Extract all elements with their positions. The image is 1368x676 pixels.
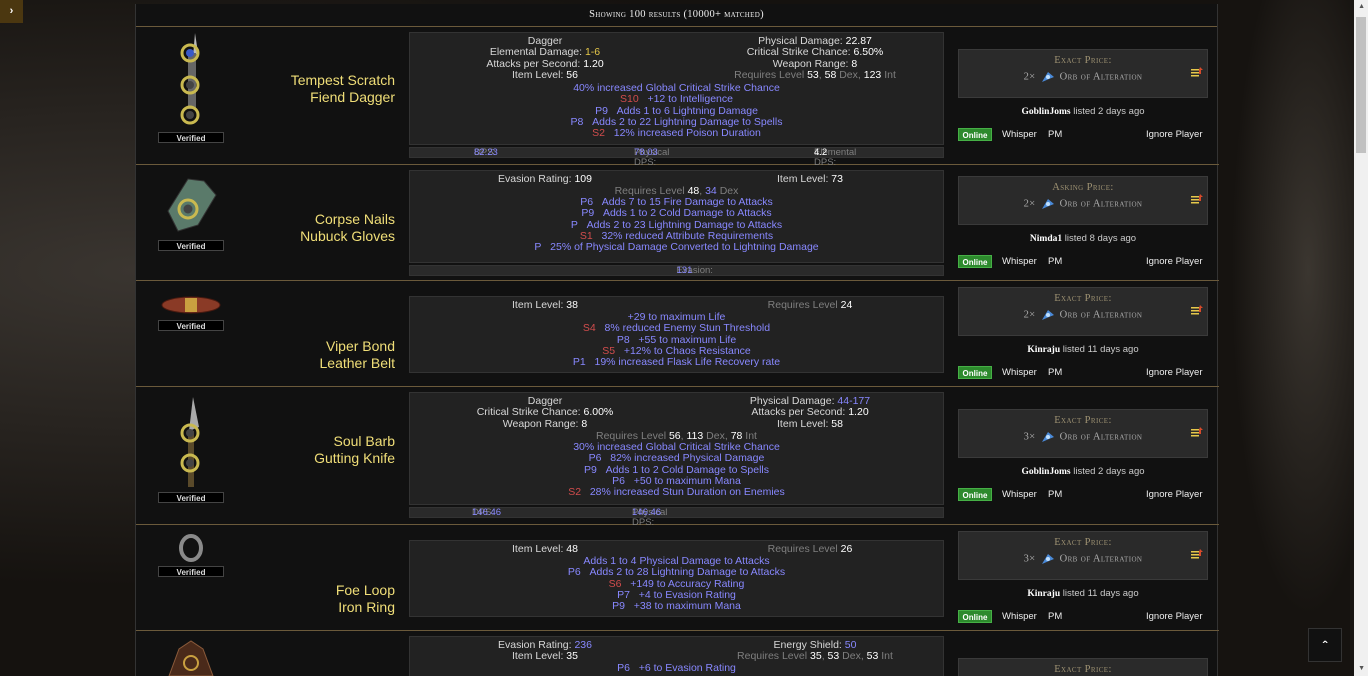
item-image-cell: Verified: [156, 533, 226, 577]
mod-line: P6 +6 to Evasion Rating: [617, 662, 736, 674]
price-history-icon[interactable]: [1191, 193, 1203, 205]
ignore-player-button[interactable]: Ignore Player: [1146, 366, 1203, 379]
result-row: Verified Viper Bond Leather Belt Item Le…: [136, 281, 1219, 387]
online-status-badge: Online: [958, 366, 992, 379]
pm-button[interactable]: PM: [1048, 255, 1062, 268]
item-stats: Item Level: 38 Requires Level 24 +29 to …: [409, 296, 944, 373]
price-history-icon[interactable]: [1191, 304, 1203, 316]
whisper-button[interactable]: Whisper: [1002, 255, 1037, 268]
seller-info: Nimda1 listed 8 days ago: [1029, 233, 1137, 244]
evasion-bar: Evasion: 131: [409, 265, 944, 276]
price-box: Exact Price: 3× Orb of Alteration: [958, 531, 1208, 580]
ignore-player-button[interactable]: Ignore Player: [1146, 488, 1203, 501]
seller-actions: Online Whisper PM Ignore Player: [958, 488, 1208, 502]
price-box: Exact Price:: [958, 658, 1208, 676]
seller-name[interactable]: Nimda1: [1030, 234, 1062, 244]
online-status-badge: Online: [958, 488, 992, 501]
whisper-button[interactable]: Whisper: [1002, 488, 1037, 501]
scroll-down-icon[interactable]: ▼: [1358, 665, 1365, 673]
mod-line: P1 19% increased Flask Life Recovery rat…: [572, 356, 781, 369]
online-status-badge: Online: [958, 128, 992, 141]
dps-bar: DPS: 82.23 Physical DPS: 78.03 Elemental…: [409, 147, 944, 168]
result-row: Verified Tempest Scratch Fiend Dagger Da…: [136, 27, 1219, 168]
ignore-player-button[interactable]: Ignore Player: [1146, 128, 1203, 141]
mod-line: P 25% of Physical Damage Converted to Li…: [534, 241, 819, 254]
item-stats: Evasion Rating: 109 Item Level: 73 Requi…: [409, 170, 944, 263]
seller-name[interactable]: GoblinJoms: [1021, 467, 1070, 477]
seller-actions: Online Whisper PM Ignore Player: [958, 610, 1208, 624]
item-name[interactable]: Soul Barb Gutting Knife: [195, 433, 395, 467]
ignore-player-button[interactable]: Ignore Player: [1146, 255, 1203, 268]
sidebar-toggle-button[interactable]: ›: [0, 0, 23, 23]
seller-info: GoblinJoms listed 2 days ago: [1021, 466, 1145, 477]
orb-of-alteration-icon: [1041, 432, 1054, 442]
whisper-button[interactable]: Whisper: [1002, 610, 1037, 623]
whisper-button[interactable]: Whisper: [1002, 366, 1037, 379]
result-row: Verified Soul Barb Gutting Knife Dagger …: [136, 387, 1219, 528]
price-history-icon[interactable]: [1191, 426, 1203, 438]
item-stats: Dagger Elemental Damage: 1-6 Attacks per…: [409, 32, 944, 145]
item-name[interactable]: Tempest Scratch Fiend Dagger: [195, 72, 395, 106]
item-stats: Evasion Rating: 236 Item Level: 35 Energ…: [409, 636, 944, 676]
item-stats: Dagger Critical Strike Chance: 6.00% Wea…: [409, 392, 944, 505]
pm-button[interactable]: PM: [1048, 366, 1062, 379]
seller-name[interactable]: GoblinJoms: [1021, 107, 1070, 117]
price-history-icon[interactable]: [1191, 66, 1203, 78]
whisper-button[interactable]: Whisper: [1002, 128, 1037, 141]
price-box: Exact Price: 2× Orb of Alteration: [958, 287, 1208, 336]
scroll-up-icon[interactable]: ▲: [1358, 3, 1365, 11]
seller-actions: Online Whisper PM Ignore Player: [958, 366, 1208, 380]
pm-button[interactable]: PM: [1048, 488, 1062, 501]
result-row: Verified Corpse Nails Nubuck Gloves Evas…: [136, 165, 1219, 281]
scrollbar-thumb[interactable]: [1356, 17, 1366, 153]
verified-badge: Verified: [158, 566, 224, 577]
ignore-player-button[interactable]: Ignore Player: [1146, 610, 1203, 623]
price-box: Asking Price: 2× Orb of Alteration: [958, 176, 1208, 225]
pm-button[interactable]: PM: [1048, 610, 1062, 623]
page-scrollbar[interactable]: ▲ ▼: [1354, 0, 1368, 676]
dps-bar: DPS: 146.46 Physical DPS: 146.46: [409, 507, 944, 528]
results-count-header: Showing 100 results (10000+ matched): [136, 4, 1217, 27]
mod-line: P9 +38 to maximum Mana: [612, 600, 741, 613]
pm-button[interactable]: PM: [1048, 128, 1062, 141]
seller-name[interactable]: Kinraju: [1027, 589, 1060, 599]
belt-item-icon[interactable]: [161, 293, 221, 317]
price-box: Exact Price: 3× Orb of Alteration: [958, 409, 1208, 458]
mod-line: S2 28% increased Stun Duration on Enemie…: [568, 486, 785, 499]
result-row: Evasion Rating: 236 Item Level: 35 Energ…: [136, 631, 1219, 676]
orb-of-alteration-icon: [1041, 72, 1054, 82]
online-status-badge: Online: [958, 610, 992, 623]
item-stats: Item Level: 48 Requires Level 26 Adds 1 …: [409, 540, 944, 617]
price-box: Exact Price: 2× Orb of Alteration: [958, 49, 1208, 98]
price-history-icon[interactable]: [1191, 548, 1203, 560]
verified-badge: Verified: [158, 320, 224, 331]
seller-name[interactable]: Kinraju: [1027, 345, 1060, 355]
orb-of-alteration-icon: [1041, 310, 1054, 320]
result-row: Verified Foe Loop Iron Ring Item Level: …: [136, 525, 1219, 631]
item-image-cell: [156, 639, 226, 676]
item-name[interactable]: Corpse Nails Nubuck Gloves: [195, 211, 395, 245]
item-name[interactable]: Foe Loop Iron Ring: [195, 582, 395, 616]
item-image-cell: Verified: [156, 293, 226, 331]
seller-info: Kinraju listed 11 days ago: [1027, 588, 1139, 599]
verified-badge: Verified: [158, 492, 224, 503]
seller-actions: Online Whisper PM Ignore Player: [958, 128, 1208, 142]
seller-info: Kinraju listed 11 days ago: [1027, 344, 1139, 355]
mod-line: S2 12% increased Poison Duration: [592, 127, 761, 140]
online-status-badge: Online: [958, 255, 992, 268]
page-background-right: [1218, 0, 1368, 676]
seller-info: GoblinJoms listed 2 days ago: [1021, 106, 1145, 117]
verified-badge: Verified: [158, 132, 224, 143]
results-panel: Showing 100 results (10000+ matched) Ver…: [135, 4, 1219, 676]
orb-of-alteration-icon: [1041, 554, 1054, 564]
armour-item-icon[interactable]: [161, 639, 221, 676]
seller-actions: Online Whisper PM Ignore Player: [958, 255, 1208, 269]
item-name[interactable]: Viper Bond Leather Belt: [195, 338, 396, 372]
scroll-to-top-button[interactable]: ˆ: [1308, 628, 1342, 662]
ring-item-icon[interactable]: [176, 533, 206, 563]
orb-of-alteration-icon: [1041, 199, 1054, 209]
